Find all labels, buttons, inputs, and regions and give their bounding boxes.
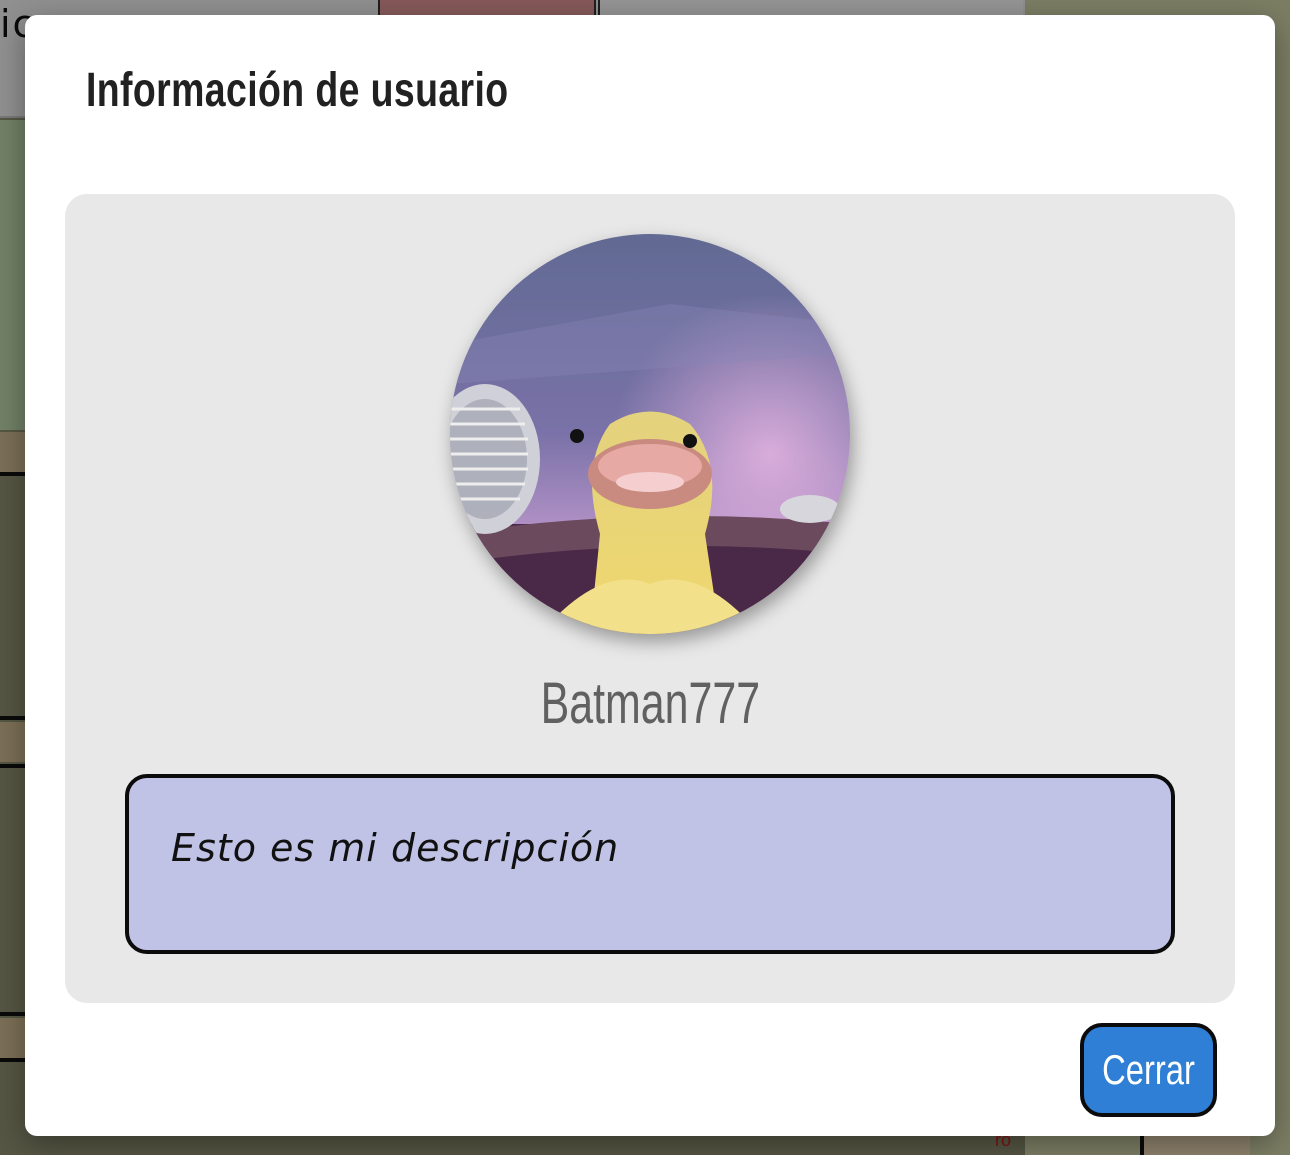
profile-card: Batman777 Esto es mi descripción	[65, 194, 1235, 1003]
description-box: Esto es mi descripción	[125, 774, 1175, 954]
avatar	[450, 234, 850, 634]
close-button-label: Cerrar	[1102, 1046, 1195, 1093]
close-button[interactable]: Cerrar	[1080, 1023, 1217, 1117]
modal-title: Información de usuario	[86, 64, 509, 117]
username: Batman777	[65, 670, 1235, 737]
user-info-modal: Información de usuario Batman777 Esto es…	[25, 15, 1275, 1136]
duckling-photo-icon	[450, 234, 850, 634]
username-text: Batman777	[540, 671, 760, 736]
description-text: Esto es mi descripción	[171, 826, 620, 870]
